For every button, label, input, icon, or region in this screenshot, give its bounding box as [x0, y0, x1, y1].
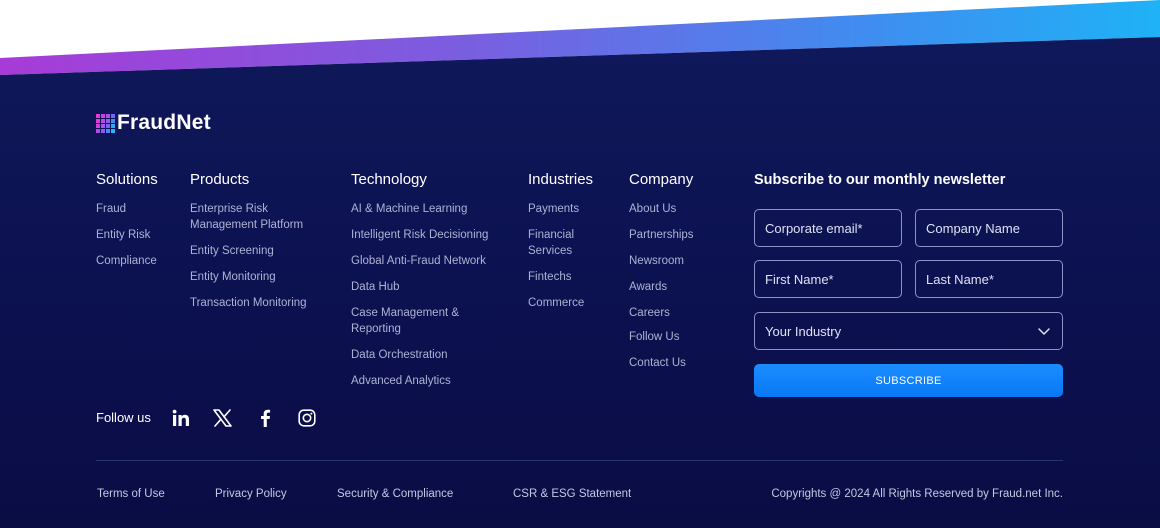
instagram-icon[interactable] — [297, 408, 317, 428]
logo-mark-cell — [111, 118, 115, 123]
corporate-email-input[interactable] — [754, 209, 902, 247]
footer-column-industries: Industries Payments Financial Services F… — [528, 171, 613, 321]
footer-link[interactable]: Data Hub — [351, 279, 511, 295]
footer-divider — [96, 460, 1063, 461]
terms-of-use-link[interactable]: Terms of Use — [97, 487, 165, 501]
fraudnet-logo[interactable]: FraudNet — [96, 111, 211, 135]
logo-mark-cell — [106, 113, 110, 118]
first-name-input[interactable] — [754, 260, 902, 298]
footer-link[interactable]: Partnerships — [629, 227, 729, 243]
last-name-input[interactable] — [915, 260, 1063, 298]
logo-mark-cell — [111, 113, 115, 118]
footer-column-technology: Technology AI & Machine Learning Intelli… — [351, 171, 511, 399]
footer-link[interactable]: Enterprise Risk Management Platform — [190, 201, 335, 233]
link-list: AI & Machine Learning Intelligent Risk D… — [351, 201, 511, 389]
footer-link[interactable]: Newsroom — [629, 253, 729, 269]
logo-mark-cell — [101, 123, 105, 128]
logo-mark-cell — [106, 118, 110, 123]
logo-mark-cell — [106, 123, 110, 128]
footer-link[interactable]: Intelligent Risk Decisioning — [351, 227, 511, 243]
privacy-policy-link[interactable]: Privacy Policy — [215, 487, 287, 501]
logo-mark-icon — [96, 113, 115, 133]
site-footer: FraudNet Solutions Fraud Entity Risk Com… — [0, 37, 1160, 528]
footer-link[interactable]: Commerce — [528, 295, 613, 311]
footer-link[interactable]: Entity Risk — [96, 227, 176, 243]
footer-link[interactable]: Contact Us — [629, 355, 729, 371]
logo-mark-cell — [111, 128, 115, 133]
column-title: Products — [190, 171, 250, 188]
facebook-icon[interactable] — [255, 408, 275, 428]
footer-link[interactable]: Compliance — [96, 253, 176, 269]
column-title: Industries — [528, 171, 594, 188]
x-icon[interactable] — [213, 408, 233, 428]
linkedin-icon[interactable] — [171, 408, 191, 428]
footer-column-products: Products Enterprise Risk Management Plat… — [190, 171, 335, 321]
logo-mark-cell — [96, 113, 100, 118]
footer-link[interactable]: Careers — [629, 305, 729, 321]
column-title: Technology — [351, 171, 427, 188]
footer-link[interactable]: About Us — [629, 201, 729, 217]
logo-mark-cell — [106, 128, 110, 133]
link-list: Payments Financial Services Fintechs Com… — [528, 201, 613, 311]
column-title: Company — [629, 171, 694, 188]
company-name-input[interactable] — [915, 209, 1063, 247]
social-follow: Follow us — [96, 408, 339, 428]
logo-text: FraudNet — [117, 111, 211, 134]
copyright-text: Copyrights @ 2024 All Rights Reserved by… — [771, 488, 1063, 500]
logo-mark-cell — [96, 128, 100, 133]
footer-link[interactable]: Fraud — [96, 201, 176, 217]
link-list: About Us Partnerships Newsroom Awards Ca… — [629, 201, 729, 371]
footer-column-solutions: Solutions Fraud Entity Risk Compliance — [96, 171, 176, 279]
logo-mark-cell — [96, 118, 100, 123]
subscribe-button[interactable]: SUBSCRIBE — [754, 364, 1063, 397]
footer-link[interactable]: Global Anti-Fraud Network — [351, 253, 511, 269]
footer-link[interactable]: Entity Screening — [190, 243, 335, 259]
footer-link[interactable]: Follow Us — [629, 329, 729, 345]
logo-mark-cell — [101, 128, 105, 133]
footer-link[interactable]: Financial Services — [528, 227, 588, 259]
footer-link[interactable]: Data Orchestration — [351, 347, 511, 363]
footer-link[interactable]: AI & Machine Learning — [351, 201, 511, 217]
link-list: Enterprise Risk Management Platform Enti… — [190, 201, 335, 311]
footer-link[interactable]: Entity Monitoring — [190, 269, 335, 285]
footer-link[interactable]: Case Management & Reporting — [351, 305, 486, 337]
footer-link[interactable]: Advanced Analytics — [351, 373, 511, 389]
industry-select-value: Your Industry — [765, 323, 842, 339]
logo-mark-cell — [101, 113, 105, 118]
follow-label: Follow us — [96, 410, 151, 425]
footer-link[interactable]: Payments — [528, 201, 613, 217]
logo-mark-cell — [101, 118, 105, 123]
security-compliance-link[interactable]: Security & Compliance — [337, 487, 453, 501]
logo-mark-cell — [111, 123, 115, 128]
csr-esg-statement-link[interactable]: CSR & ESG Statement — [513, 487, 631, 501]
footer-link[interactable]: Awards — [629, 279, 729, 295]
column-title: Solutions — [96, 171, 158, 188]
footer-link[interactable]: Transaction Monitoring — [190, 295, 335, 311]
link-list: Fraud Entity Risk Compliance — [96, 201, 176, 269]
chevron-down-icon — [1036, 323, 1052, 339]
logo-mark-cell — [96, 123, 100, 128]
footer-column-company: Company About Us Partnerships Newsroom A… — [629, 171, 729, 381]
industry-select[interactable]: Your Industry — [754, 312, 1063, 350]
newsletter-title: Subscribe to our monthly newsletter — [754, 172, 1006, 188]
footer-link[interactable]: Fintechs — [528, 269, 613, 285]
